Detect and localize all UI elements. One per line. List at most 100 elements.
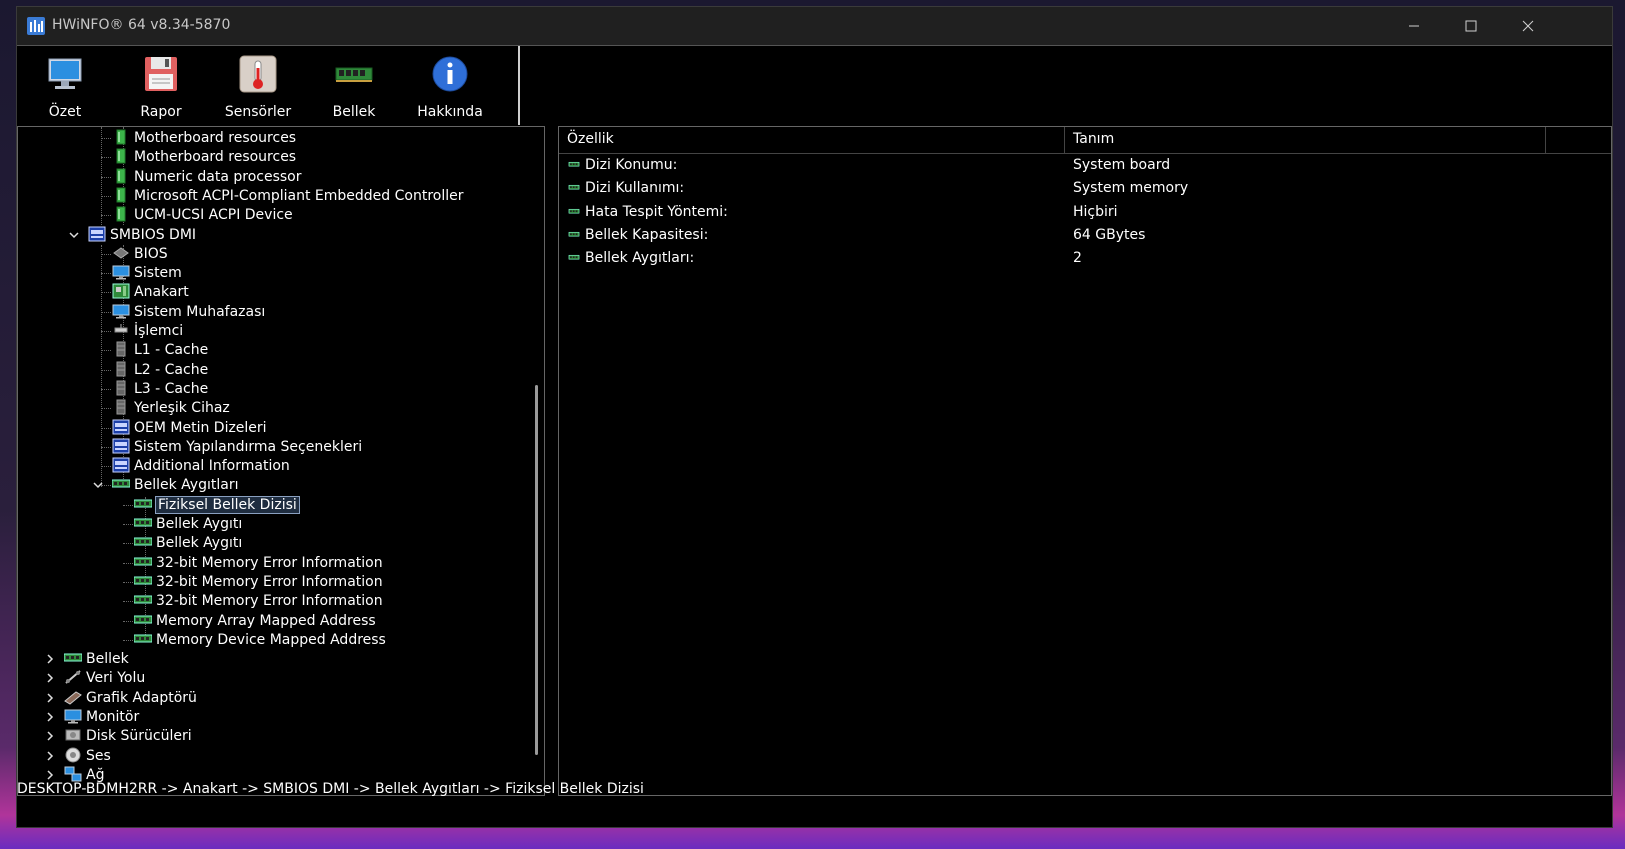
column-header-property[interactable]: Özellik [567,131,614,147]
column-separator[interactable] [1545,127,1546,153]
ram-icon [335,67,373,82]
cache-icon [116,341,126,357]
chevron-right-icon[interactable] [44,730,56,742]
property-value: 64 GBytes [1073,226,1146,243]
tree-item[interactable]: UCM-UCSI ACPI Device [112,205,293,225]
tree-item[interactable]: Ses [64,746,111,766]
report-button[interactable]: Rapor [113,54,209,124]
chevron-down-icon[interactable] [92,479,104,491]
column-separator[interactable] [1064,127,1065,153]
tree-item[interactable]: Sistem Muhafazası [112,302,265,322]
tree-item[interactable]: Microsoft ACPI-Compliant Embedded Contro… [112,186,464,206]
tree-item[interactable]: Yerleşik Cihaz [112,398,230,418]
tree-item[interactable]: Memory Array Mapped Address [134,611,376,631]
tree-scrollbar-thumb[interactable] [535,385,538,755]
tree-item-label: BIOS [134,245,168,262]
property-key: Dizi Konumu: [585,157,678,173]
tree-item[interactable]: L3 - Cache [112,379,208,399]
tree-item-label: SMBIOS DMI [110,226,197,243]
chevron-right-icon[interactable] [44,692,56,704]
property-key: Bellek Kapasitesi: [585,226,709,243]
sensors-button[interactable]: Sensörler [210,54,306,124]
property-row[interactable]: Bellek Aygıtları: 2 [559,246,1611,270]
tree-connector [123,581,133,583]
summary-button-label: Özet [48,104,82,120]
maximize-button[interactable] [1442,7,1500,45]
memory-button[interactable]: Bellek [306,54,402,124]
memory-button-label: Bellek [332,104,376,120]
tree-item[interactable]: 32-bit Memory Error Information [134,553,383,573]
tree-item[interactable]: Bellek Aygıtları [112,475,238,495]
tree-item[interactable]: Disk Sürücüleri [64,726,192,746]
chevron-right-icon[interactable] [44,750,56,762]
property-row[interactable]: Dizi Konumu: System board [559,153,1611,177]
tree-item[interactable]: L1 - Cache [112,340,208,360]
tree-item[interactable]: İşlemci [112,321,183,341]
tree-connector [123,601,133,603]
status-path: DESKTOP-BDMH2RR -> Anakart -> SMBIOS DMI… [17,781,644,797]
tree-item[interactable]: Sistem Yapılandırma Seçenekleri [112,437,362,457]
tree-item[interactable]: Veri Yolu [64,668,145,688]
minimize-button[interactable] [1385,7,1443,45]
tree-item[interactable]: Motherboard resources [112,147,296,167]
tree-item-selected[interactable]: Fiziksel Bellek Dizisi [134,495,300,515]
chevron-right-icon[interactable] [44,653,56,665]
device-tree[interactable]: Motherboard resources Motherboard resourc… [17,126,545,796]
property-key: Hata Tespit Yöntemi: [585,203,728,220]
ram-icon [568,231,580,237]
tree-connector [123,562,133,564]
report-button-label: Rapor [140,104,182,120]
tree-item[interactable]: Sistem [112,263,182,283]
tree-item[interactable]: Numeric data processor [112,167,302,187]
thermometer-icon [239,55,277,93]
tree-item[interactable]: 32-bit Memory Error Information [134,591,383,611]
device-icon [116,129,126,145]
info-icon [432,56,468,92]
tree-connector [101,408,111,410]
tree-item-label: OEM Metin Dizeleri [134,419,267,436]
summary-button[interactable]: Özet [17,54,113,124]
tree-item-label: Bellek Aygıtı [156,535,243,552]
tree-item[interactable]: SMBIOS DMI [88,225,196,245]
property-row[interactable]: Hata Tespit Yöntemi: Hiçbiri [559,200,1611,224]
column-header-value[interactable]: Tanım [1073,131,1114,147]
tree-item[interactable]: OEM Metin Dizeleri [112,418,267,438]
close-icon [1522,20,1534,32]
tree-item[interactable]: Monitör [64,707,139,727]
property-value: Hiçbiri [1073,203,1118,220]
tree-item-label: UCM-UCSI ACPI Device [134,207,293,224]
tree-item[interactable]: BIOS [112,244,168,264]
tree-item[interactable]: Anakart [112,282,189,302]
property-row[interactable]: Dizi Kullanımı: System memory [559,176,1611,200]
motherboard-icon [112,283,130,299]
tree-item[interactable]: 32-bit Memory Error Information [134,572,383,592]
close-button[interactable] [1499,7,1557,45]
chevron-right-icon[interactable] [44,672,56,684]
chevron-down-icon[interactable] [68,229,80,241]
tree-item[interactable]: Bellek [64,649,129,669]
tree-connector [123,504,133,506]
tree-item[interactable]: Grafik Adaptörü [64,688,197,708]
tree-item[interactable]: L2 - Cache [112,360,208,380]
property-value: System board [1073,157,1171,173]
status-bar: DESKTOP-BDMH2RR -> Anakart -> SMBIOS DMI… [17,777,1612,801]
tree-item-label: Sistem Muhafazası [134,303,266,320]
cache-icon [116,380,126,396]
property-row[interactable]: Bellek Kapasitesi: 64 GBytes [559,223,1611,247]
monitor-icon [112,304,130,319]
chevron-right-icon[interactable] [44,711,56,723]
about-button[interactable]: Hakkında [402,54,498,124]
tree-item-label: Sistem Yapılandırma Seçenekleri [134,438,363,455]
tree-connector [101,292,111,294]
tree-item[interactable]: Memory Device Mapped Address [134,630,386,650]
details-pane[interactable]: Özellik Tanım Dizi Konumu: System board Di… [558,126,1612,796]
tree-item[interactable]: Bellek Aygıtı [134,533,242,553]
tree-item-label: 32-bit Memory Error Information [156,554,383,571]
tree-item[interactable]: Motherboard resources [112,128,296,148]
bus-icon [65,670,81,685]
tree-connector [101,350,111,352]
tree-item[interactable]: Bellek Aygıtı [134,514,242,534]
tree-item[interactable]: Additional Information [112,456,290,476]
floppy-disk-icon [145,57,177,91]
cpu-icon [114,324,128,333]
